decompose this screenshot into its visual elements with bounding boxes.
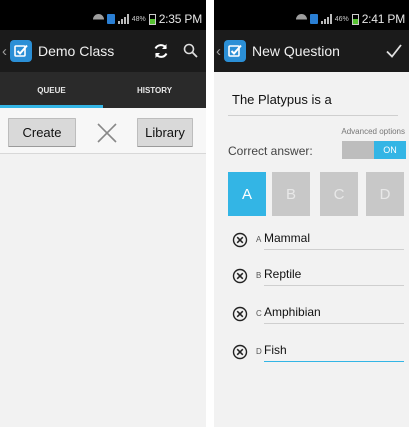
status-bar: 46% 2:41 PM [214, 0, 409, 30]
battery-icon [148, 13, 156, 25]
answer-input[interactable]: Fish [264, 340, 404, 362]
answer-input[interactable]: Mammal [264, 228, 404, 250]
tab-queue-label: QUEUE [37, 85, 66, 95]
battery-icon [351, 13, 359, 25]
page-title: Demo Class [38, 43, 115, 59]
queue-screen: 48% 2:35 PM ‹ Demo Class QUEUE HISTORY C… [0, 0, 206, 427]
answer-letter: A [256, 235, 262, 244]
tab-queue[interactable]: QUEUE [0, 72, 103, 108]
battery-percent: 46% [334, 15, 349, 23]
tab-bar: QUEUE HISTORY [0, 72, 206, 108]
status-time: 2:35 PM [158, 12, 202, 26]
answer-letter: B [256, 271, 262, 280]
new-question-screen: 46% 2:41 PM ‹ New Question The Platypus … [214, 0, 409, 427]
choice-d-button[interactable]: D [366, 172, 404, 216]
search-icon[interactable] [176, 36, 206, 66]
sim-icon [106, 14, 115, 24]
up-chevron-icon[interactable]: ‹ [2, 44, 8, 59]
toggle-on-label: ON [374, 141, 406, 159]
answer-input[interactable]: Reptile [264, 264, 404, 286]
answer-row: A Mammal [232, 228, 404, 252]
wifi-icon [296, 14, 307, 24]
app-logo-icon[interactable] [224, 40, 246, 62]
choice-a-button[interactable]: A [228, 172, 266, 216]
queue-toolbar: Create Library [0, 108, 206, 154]
check-icon[interactable] [379, 36, 409, 66]
answer-letter: C [256, 309, 262, 318]
choice-b-button[interactable]: B [272, 172, 310, 216]
signal-icon [320, 14, 332, 24]
up-chevron-icon[interactable]: ‹ [216, 44, 222, 59]
action-bar: ‹ Demo Class [0, 30, 206, 72]
tab-history[interactable]: HISTORY [103, 72, 206, 108]
answer-row: D Fish [232, 340, 404, 364]
delete-circle-x-icon[interactable] [232, 268, 248, 284]
delete-circle-x-icon[interactable] [232, 344, 248, 360]
page-title: New Question [252, 43, 340, 59]
question-input[interactable]: The Platypus is a [228, 92, 398, 116]
advanced-options-link[interactable]: Advanced options [341, 127, 405, 136]
answer-row: C Amphibian [232, 302, 404, 326]
refresh-icon[interactable] [146, 36, 176, 66]
status-bar: 48% 2:35 PM [0, 0, 206, 30]
create-button[interactable]: Create [8, 118, 76, 147]
correct-answer-toggle[interactable]: ON [342, 141, 406, 159]
sim-icon [309, 14, 318, 24]
signal-icon [117, 14, 129, 24]
close-x-icon[interactable] [95, 121, 119, 145]
status-time: 2:41 PM [361, 12, 405, 26]
choice-c-button[interactable]: C [320, 172, 358, 216]
battery-percent: 48% [131, 15, 146, 23]
tab-history-label: HISTORY [136, 85, 173, 95]
correct-answer-label: Correct answer: [228, 144, 313, 158]
answer-row: B Reptile [232, 264, 404, 288]
delete-circle-x-icon[interactable] [232, 232, 248, 248]
wifi-icon [93, 14, 104, 24]
app-logo-icon[interactable] [10, 40, 32, 62]
answer-letter: D [256, 347, 262, 356]
answer-input[interactable]: Amphibian [264, 302, 404, 324]
action-bar: ‹ New Question [214, 30, 409, 72]
delete-circle-x-icon[interactable] [232, 306, 248, 322]
library-button[interactable]: Library [137, 118, 193, 147]
